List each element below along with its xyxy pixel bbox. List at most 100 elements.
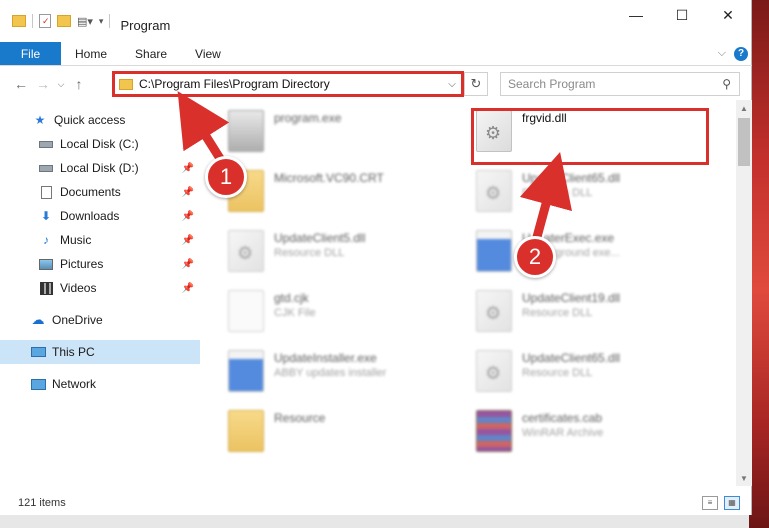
file-name: gtd.cjk — [274, 291, 309, 305]
application-icon — [476, 230, 512, 272]
sidebar-item-local-disk-d[interactable]: Local Disk (D:) 📌 — [0, 156, 200, 180]
pin-icon[interactable]: 📌 — [182, 187, 194, 198]
sidebar-item-onedrive[interactable]: ☁ OneDrive — [0, 308, 200, 332]
file-item[interactable]: program.exe — [228, 110, 478, 162]
dll-file-icon — [228, 230, 264, 272]
pin-icon[interactable]: 📌 — [182, 235, 194, 246]
document-icon — [228, 290, 264, 332]
folder-icon — [12, 15, 26, 27]
navigation-pane: ★ Quick access Local Disk (C:) 📌 Local D… — [0, 108, 200, 486]
file-item[interactable]: gtd.cjk CJK File — [228, 290, 478, 342]
file-description: CJK File — [274, 307, 316, 319]
file-name: Resource — [274, 411, 326, 425]
sidebar-item-label: Downloads — [60, 209, 120, 223]
pin-icon[interactable]: 📌 — [182, 259, 194, 270]
properties-icon[interactable]: ✓ — [39, 14, 51, 28]
up-button[interactable]: ↑ — [68, 72, 90, 96]
maximize-button[interactable]: ☐ — [659, 0, 705, 30]
archive-icon — [476, 410, 512, 452]
sidebar-item-label: OneDrive — [52, 313, 103, 327]
vertical-scrollbar[interactable]: ▲ ▼ — [736, 100, 752, 486]
file-name: certificates.cab — [522, 411, 603, 425]
scroll-up-icon[interactable]: ▲ — [736, 100, 752, 116]
window-title: Program — [120, 18, 171, 33]
pin-icon[interactable]: 📌 — [182, 211, 194, 222]
address-bar[interactable]: C:\Program Files\Program Directory ⌵ — [112, 71, 464, 97]
details-view-icon[interactable]: ≡ — [702, 495, 718, 510]
tab-view[interactable]: View — [181, 42, 235, 65]
sidebar-item-label: Music — [60, 233, 92, 247]
dll-file-icon — [476, 170, 512, 212]
forward-button[interactable]: → — [32, 72, 54, 96]
sidebar-item-documents[interactable]: Documents 📌 — [0, 180, 200, 204]
recent-locations-button[interactable]: ⌵ — [54, 72, 68, 96]
sidebar-item-label: Network — [52, 377, 97, 391]
file-explorer-window: ✓ ▤▾ ▾ Program — ☐ ✕ File Home Share Vie… — [0, 0, 752, 515]
search-input[interactable]: Search Program ⚲ — [500, 72, 740, 96]
file-item[interactable]: UpdateInstaller.exe ABBY updates installe… — [228, 350, 478, 402]
tab-file[interactable]: File — [0, 42, 61, 65]
tab-home[interactable]: Home — [61, 42, 121, 65]
pictures-icon — [38, 257, 54, 271]
address-row: ← → ⌵ ↑ C:\Program Files\Program Directo… — [0, 70, 752, 98]
drive-icon — [38, 137, 54, 151]
file-item[interactable]: Microsoft.VC90.CRT — [228, 170, 478, 222]
tab-share[interactable]: Share — [121, 42, 181, 65]
file-name: Microsoft.VC90.CRT — [274, 171, 384, 185]
scroll-thumb[interactable] — [738, 118, 750, 166]
sidebar-item-this-pc[interactable]: This PC — [0, 340, 200, 364]
scroll-down-icon[interactable]: ▼ — [736, 470, 752, 486]
chevron-down-icon[interactable]: ⌵ — [443, 79, 461, 90]
file-name: UpdateClient5.dll — [274, 231, 366, 245]
item-count: 121 items — [18, 496, 66, 509]
file-item[interactable]: UpdateClient65.dll Resource DLL — [476, 350, 726, 402]
refresh-button[interactable]: ↻ — [464, 72, 488, 96]
file-name: UpdateClient65.dll — [522, 171, 621, 185]
toolbar-separator — [32, 14, 33, 28]
back-button[interactable]: ← — [10, 72, 32, 96]
sidebar-item-quick-access[interactable]: ★ Quick access — [0, 108, 200, 132]
star-icon: ★ — [34, 113, 46, 127]
file-item[interactable]: UpdateClient5.dll Resource DLL — [228, 230, 478, 282]
file-item[interactable]: UpdateClient65.dll Resource DLL — [476, 170, 726, 222]
program-icon — [228, 110, 264, 152]
minimize-button[interactable]: — — [613, 0, 659, 30]
pin-icon[interactable]: 📌 — [182, 283, 194, 294]
computer-icon — [30, 345, 46, 359]
file-name: UpdateInstaller.exe — [274, 351, 377, 365]
sidebar-item-network[interactable]: Network — [0, 372, 200, 396]
file-description: Resource DLL — [522, 307, 593, 319]
tiles-view-icon[interactable]: ▦ — [724, 495, 740, 510]
cloud-icon: ☁ — [31, 312, 45, 327]
search-placeholder: Search Program — [508, 77, 596, 91]
installer-icon — [228, 350, 264, 392]
file-item[interactable]: UpdateClient19.dll Resource DLL — [476, 290, 726, 342]
chevron-down-icon[interactable]: ▾ — [99, 16, 104, 27]
pin-icon[interactable]: 📌 — [182, 139, 194, 150]
sidebar-item-local-disk-c[interactable]: Local Disk (C:) 📌 — [0, 132, 200, 156]
customize-icon[interactable]: ▤▾ — [77, 15, 93, 28]
file-item[interactable]: certificates.cab WinRAR Archive — [476, 410, 726, 462]
sidebar-item-downloads[interactable]: ⬇ Downloads 📌 — [0, 204, 200, 228]
download-icon: ⬇ — [40, 209, 52, 223]
pin-icon[interactable]: 📌 — [182, 163, 194, 174]
help-icon[interactable]: ? — [734, 46, 748, 61]
sidebar-item-pictures[interactable]: Pictures 📌 — [0, 252, 200, 276]
sidebar-item-music[interactable]: ♪ Music 📌 — [0, 228, 200, 252]
sidebar-item-label: Quick access — [54, 113, 126, 127]
music-icon: ♪ — [43, 233, 49, 247]
ribbon-tabs: File Home Share View ⌵ ? — [0, 42, 752, 66]
file-description: Resource DLL — [274, 247, 345, 259]
close-button[interactable]: ✕ — [705, 0, 751, 30]
step-2-badge: 2 — [514, 236, 556, 278]
file-name: program.exe — [274, 111, 342, 125]
sidebar-item-label: Videos — [60, 281, 97, 295]
file-description: Resource DLL — [522, 187, 593, 199]
new-folder-icon[interactable] — [57, 15, 71, 27]
file-highlight-box — [471, 108, 709, 165]
sidebar-item-videos[interactable]: Videos 📌 — [0, 276, 200, 300]
expand-ribbon-icon[interactable]: ⌵ — [718, 47, 726, 60]
status-bar: 121 items ≡ ▦ — [0, 490, 752, 515]
title-bar: ✓ ▤▾ ▾ Program — ☐ ✕ — [0, 0, 751, 46]
file-item[interactable]: Resource — [228, 410, 478, 462]
